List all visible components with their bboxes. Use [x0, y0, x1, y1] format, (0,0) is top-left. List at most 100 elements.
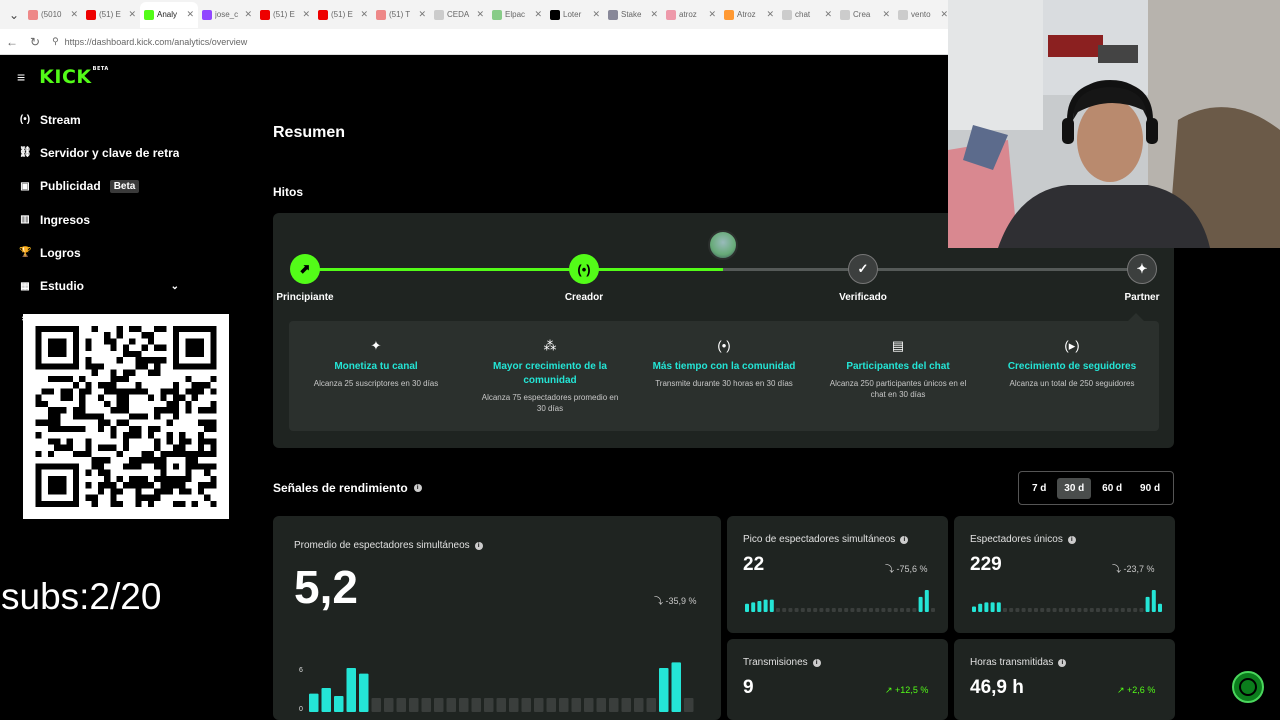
browser-tab[interactable]: (51) E ✕ — [314, 2, 372, 28]
sidebar-item[interactable]: (•) Stream — [19, 103, 179, 136]
date-range-selector: 7 d 30 d 60 d 90 d — [1018, 471, 1174, 505]
address-bar[interactable]: ⚲ https://dashboard.kick.com/analytics/o… — [52, 36, 247, 47]
browser-tab[interactable]: Loter ✕ — [546, 2, 604, 28]
sidebar-item[interactable]: ▦ Estudio ⌄ — [19, 269, 179, 302]
chart-bar — [371, 698, 381, 712]
peak-viewers-title-text: Pico de espectadores simultáneos — [743, 534, 896, 545]
chart-bar — [906, 608, 911, 612]
browser-tab[interactable]: Crea ✕ — [836, 2, 894, 28]
sidebar-item-label: Estudio — [40, 279, 84, 294]
unique-viewers-title: Espectadores únicos i — [970, 534, 1076, 545]
brand-row: ≡ KICKBETA — [17, 66, 109, 88]
sparkle-icon: ✦ — [370, 338, 382, 353]
chart-bar — [409, 698, 419, 712]
range-option[interactable]: 30 d — [1057, 477, 1092, 499]
sidebar-item[interactable]: ▥ Ingresos — [19, 203, 179, 236]
tab-close-icon[interactable]: ✕ — [708, 9, 716, 20]
kick-logo[interactable]: KICKBETA — [39, 66, 109, 88]
range-option[interactable]: 60 d — [1095, 478, 1129, 499]
chart-bar — [751, 602, 756, 612]
info-icon[interactable]: i — [474, 541, 483, 550]
hamburger-menu-icon[interactable]: ≡ — [17, 69, 25, 85]
tab-close-icon[interactable]: ✕ — [360, 9, 368, 20]
tab-favicon-icon — [434, 9, 444, 20]
browser-tab[interactable]: Elpac ✕ — [488, 2, 546, 28]
hours-delta: ↗ +2,6 % — [1117, 685, 1156, 695]
info-icon[interactable]: i — [812, 658, 821, 667]
browser-tab[interactable]: (5010 ✕ — [24, 2, 82, 28]
tab-close-icon[interactable]: ✕ — [766, 9, 774, 20]
tab-close-icon[interactable]: ✕ — [650, 9, 658, 20]
browser-tab[interactable]: jose_c ✕ — [198, 2, 256, 28]
chart-bar — [782, 608, 787, 612]
chart-bar — [800, 608, 805, 612]
browser-tab[interactable]: Atroz ✕ — [720, 2, 778, 28]
tab-close-icon[interactable]: ✕ — [476, 9, 484, 20]
chart-bar — [1071, 608, 1076, 612]
tab-close-icon[interactable]: ✕ — [186, 9, 194, 20]
tab-close-icon[interactable]: ✕ — [940, 9, 948, 20]
goal-title: Más tiempo con la comunidad — [652, 361, 796, 372]
info-icon[interactable]: i — [1058, 658, 1067, 667]
goal-description: Alcanza 250 participantes únicos en el c… — [829, 379, 967, 399]
browser-tab[interactable]: Analy ✕ — [140, 1, 198, 28]
address-bar-url: https://dashboard.kick.com/analytics/ove… — [64, 36, 248, 47]
range-option[interactable]: 7 d — [1025, 478, 1053, 499]
goal-title: Participantes del chat — [846, 361, 950, 372]
chart-bar — [321, 688, 331, 712]
chart-bar — [924, 590, 929, 612]
info-icon[interactable]: i — [413, 484, 422, 492]
chevron-icon[interactable]: ⌄ — [171, 281, 179, 292]
range-option[interactable]: 90 d — [1133, 478, 1167, 499]
milestone-goal: ✦ Monetiza tu canal Alcanza 25 suscriptore… — [289, 321, 463, 431]
info-icon[interactable]: i — [900, 535, 909, 544]
browser-tab[interactable]: (51) E ✕ — [256, 2, 314, 28]
streams-value: 9 — [743, 677, 754, 698]
reload-icon[interactable]: ↻ — [30, 35, 40, 49]
browser-tab[interactable]: vento ✕ — [894, 2, 952, 28]
tab-close-icon[interactable]: ✕ — [302, 9, 310, 20]
site-info-icon[interactable]: ⚲ — [52, 36, 59, 47]
y-axis-label-zero: 0 — [299, 706, 303, 713]
info-icon[interactable]: i — [1067, 535, 1076, 544]
avg-viewers-title: Promedio de espectadores simultáneos i — [294, 540, 483, 551]
chart-bar — [384, 698, 394, 712]
tab-close-icon[interactable]: ✕ — [534, 9, 542, 20]
tab-close-icon[interactable]: ✕ — [128, 9, 136, 20]
browser-tab[interactable]: chat ✕ — [778, 2, 836, 28]
browser-tab[interactable]: (51) T ✕ — [372, 2, 430, 28]
milestone-node-kick-icon: ⬈ — [290, 254, 320, 284]
sidebar-item[interactable]: ⛓ Servidor y clave de retransmisión — [19, 136, 179, 169]
back-arrow-icon[interactable]: ← — [6, 35, 18, 49]
browser-tab-label: (51) E — [99, 10, 121, 19]
browser-tab[interactable]: (51) E ✕ — [82, 2, 140, 28]
tab-close-icon[interactable]: ✕ — [592, 9, 600, 20]
tab-close-icon[interactable]: ✕ — [882, 9, 890, 20]
chart-bar — [621, 698, 631, 712]
sidebar-item[interactable]: ▣ Publicidad Beta — [19, 170, 179, 203]
browser-tab[interactable]: atroz ✕ — [662, 2, 720, 28]
chat-icon: ▤ — [891, 338, 905, 353]
peak-viewers-delta: ⤵ -75,6 % — [885, 564, 928, 574]
browser-tab-label: Analy — [157, 10, 178, 19]
tab-search-chevron-icon[interactable]: ⌄ — [4, 5, 24, 25]
sidebar-item-label: Logros — [40, 245, 81, 260]
chart-bar — [1040, 608, 1045, 612]
webcam-overlay — [948, 0, 1280, 248]
tab-close-icon[interactable]: ✕ — [824, 9, 832, 20]
milestone-node-partner-icon: ✦ — [1127, 254, 1157, 284]
sidebar-item[interactable]: 🏆 Logros — [19, 236, 179, 269]
browser-tab-label: Atroz — [737, 10, 756, 19]
chart-bar — [484, 698, 494, 712]
streams-title-text: Transmisiones — [743, 657, 808, 668]
tab-close-icon[interactable]: ✕ — [70, 9, 78, 20]
milestone-label: Creador — [564, 292, 604, 303]
chart-bar — [684, 698, 694, 712]
chart-bar — [900, 608, 904, 612]
chart-bar — [509, 698, 519, 712]
tab-close-icon[interactable]: ✕ — [418, 9, 426, 20]
milestone-goals: ✦ Monetiza tu canal Alcanza 25 suscriptore… — [289, 321, 1159, 431]
tab-close-icon[interactable]: ✕ — [244, 9, 252, 20]
browser-tab[interactable]: CEDA ✕ — [430, 2, 488, 28]
browser-tab[interactable]: Stake ✕ — [604, 2, 662, 28]
